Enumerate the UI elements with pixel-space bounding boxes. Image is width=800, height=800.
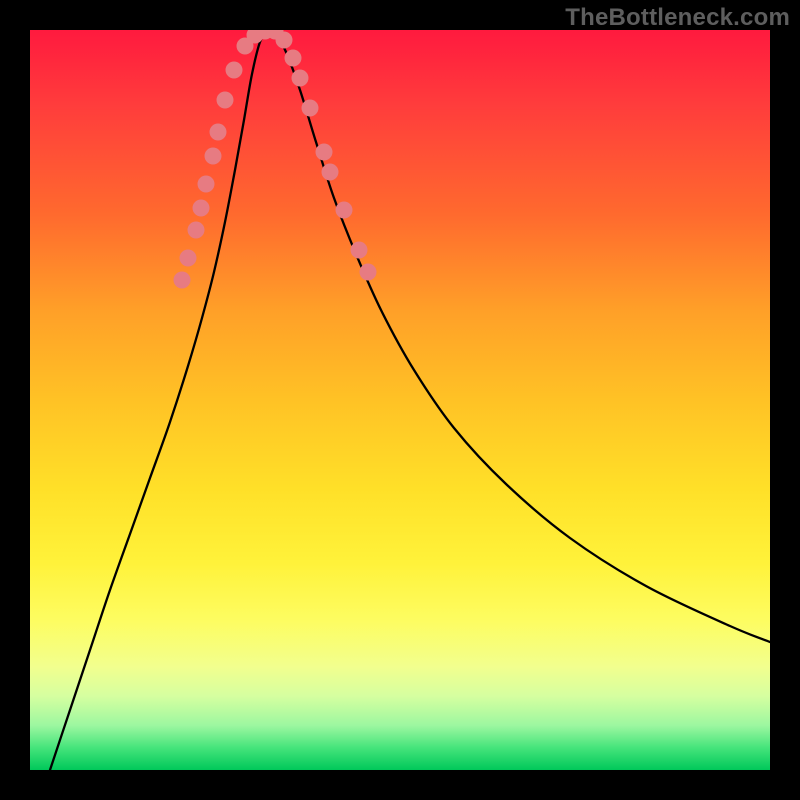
curve-marker — [285, 50, 302, 67]
curve-marker — [226, 62, 243, 79]
curve-marker — [292, 70, 309, 87]
curve-marker — [180, 250, 197, 267]
curve-marker — [336, 202, 353, 219]
curve-marker — [302, 100, 319, 117]
curve-marker — [217, 92, 234, 109]
curve-marker — [210, 124, 227, 141]
bottleneck-curve — [50, 30, 770, 770]
curve-marker — [174, 272, 191, 289]
curve-marker — [188, 222, 205, 239]
curve-marker — [276, 32, 293, 49]
curve-markers-group — [174, 30, 377, 289]
curve-marker — [198, 176, 215, 193]
plot-gradient-background — [30, 30, 770, 770]
curve-marker — [322, 164, 339, 181]
curve-marker — [351, 242, 368, 259]
curve-marker — [205, 148, 222, 165]
watermark-text: TheBottleneck.com — [565, 4, 790, 32]
chart-svg — [30, 30, 770, 770]
curve-marker — [193, 200, 210, 217]
curve-marker — [360, 264, 377, 281]
chart-frame: TheBottleneck.com — [0, 0, 800, 800]
plot-outer-border — [30, 30, 770, 770]
curve-marker — [316, 144, 333, 161]
